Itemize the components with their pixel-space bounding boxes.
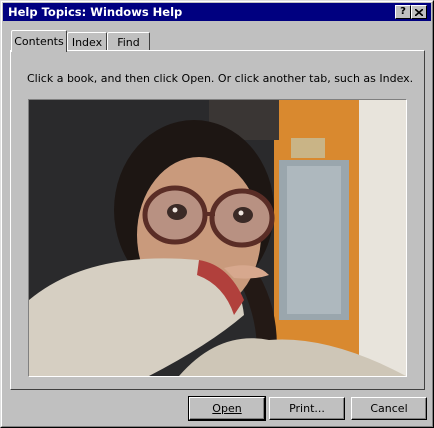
contents-panel: Click a book, and then click Open. Or cl… xyxy=(10,50,425,390)
open-button[interactable]: Open xyxy=(188,396,266,421)
tab-find[interactable]: Find xyxy=(107,32,150,52)
window-title: Help Topics: Windows Help xyxy=(8,5,183,19)
tab-contents-label: Contents xyxy=(14,35,64,48)
tab-index-label: Index xyxy=(71,36,103,49)
help-topics-window: Help Topics: Windows Help ? Contents Ind… xyxy=(0,0,434,428)
title-bar[interactable]: Help Topics: Windows Help ? xyxy=(3,3,431,21)
print-button[interactable]: Print... xyxy=(269,397,345,420)
print-button-label: Print... xyxy=(289,402,325,415)
tab-find-label: Find xyxy=(117,36,140,49)
help-button[interactable]: ? xyxy=(395,5,411,19)
open-button-label: Open xyxy=(212,402,242,415)
photo-image xyxy=(28,99,407,377)
photo-of-person-with-glasses-icon xyxy=(29,100,406,376)
close-icon xyxy=(415,8,423,16)
tab-contents[interactable]: Contents xyxy=(11,30,67,52)
close-button[interactable] xyxy=(411,5,427,19)
instructions-text: Click a book, and then click Open. Or cl… xyxy=(27,72,414,85)
tab-index[interactable]: Index xyxy=(67,32,107,52)
cancel-button-label: Cancel xyxy=(370,402,408,415)
cancel-button[interactable]: Cancel xyxy=(351,397,427,420)
